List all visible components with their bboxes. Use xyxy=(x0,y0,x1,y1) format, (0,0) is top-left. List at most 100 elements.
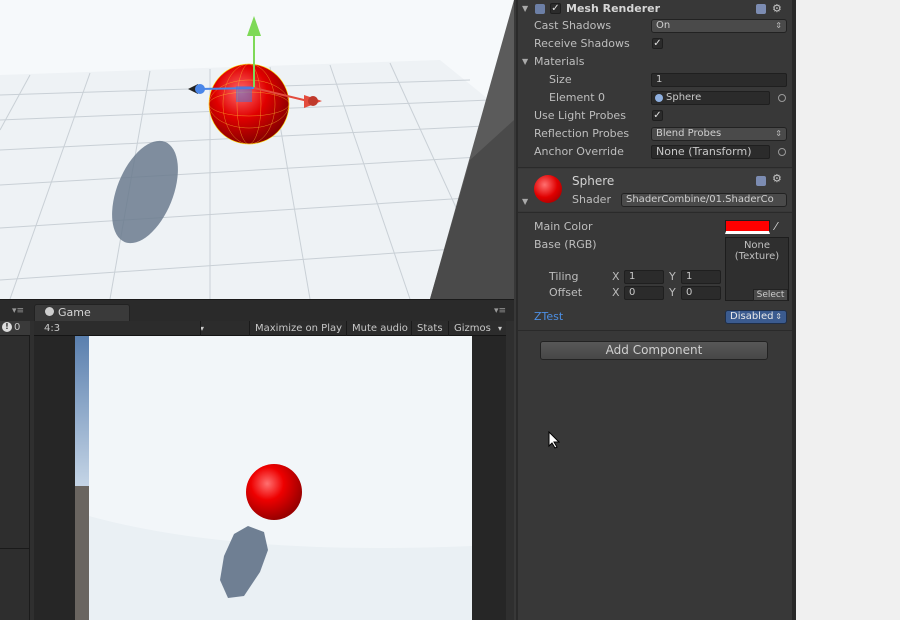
updown-arrow-icon: ⇕ xyxy=(775,312,782,321)
element0-field[interactable]: Sphere xyxy=(651,91,770,105)
game-toolbar: 4:3 ▾ Maximize on Play Mute audio Stats … xyxy=(34,321,506,336)
panel-menu-icon[interactable]: ▾≡ xyxy=(12,306,24,316)
anchor-override-label: Anchor Override xyxy=(534,145,624,158)
mesh-renderer-icon xyxy=(535,4,545,14)
toolbar-sep xyxy=(249,321,250,336)
gizmos-dropdown[interactable]: Gizmos ▾ xyxy=(454,322,502,335)
receive-shadows-label: Receive Shadows xyxy=(534,37,630,50)
materials-row[interactable]: ▼ Materials xyxy=(518,53,792,71)
maximize-on-play-toggle[interactable]: Maximize on Play xyxy=(255,322,342,335)
tab-bar: ▾≡ Game ▾≡ xyxy=(0,299,514,322)
aspect-value: 4:3 xyxy=(44,323,61,334)
divider xyxy=(518,212,792,213)
offset-y-label: Y xyxy=(669,286,676,299)
main-color-label: Main Color xyxy=(534,220,593,233)
game-render xyxy=(34,336,506,620)
console-counter[interactable]: ! 0 xyxy=(0,321,30,336)
tiling-y-field[interactable]: 1 xyxy=(681,270,721,284)
add-component-button[interactable]: Add Component xyxy=(540,341,768,360)
cast-shadows-dropdown[interactable]: On ⇕ xyxy=(651,19,787,33)
gear-icon[interactable]: ⚙ xyxy=(772,0,782,18)
tab-game[interactable]: Game xyxy=(34,304,130,322)
texture-none-label: None xyxy=(743,240,771,251)
material-header[interactable]: Sphere ⚙ ▼ Shader ShaderCombine/01.Shade… xyxy=(518,169,792,211)
light-probes-checkbox[interactable]: ✓ xyxy=(652,110,663,121)
size-label: Size xyxy=(549,73,572,86)
mesh-renderer-header[interactable]: ▼ ✓ Mesh Renderer ⚙ xyxy=(518,0,792,18)
scene-view[interactable] xyxy=(0,0,514,299)
cast-shadows-row: Cast Shadows On ⇕ xyxy=(518,17,792,35)
main-color-swatch[interactable] xyxy=(725,220,770,234)
offset-label: Offset xyxy=(549,286,583,299)
warning-icon: ! xyxy=(2,322,12,332)
ztest-value: Disabled xyxy=(730,311,774,322)
element0-label: Element 0 xyxy=(549,91,606,104)
light-probes-label: Use Light Probes xyxy=(534,109,626,122)
receive-shadows-checkbox[interactable]: ✓ xyxy=(652,38,663,49)
offset-y-field[interactable]: 0 xyxy=(681,286,721,300)
cast-shadows-value: On xyxy=(656,20,671,31)
inspector-panel: ▼ ✓ Mesh Renderer ⚙ Cast Shadows On ⇕ Rec… xyxy=(516,0,792,620)
object-picker-icon[interactable] xyxy=(778,94,786,102)
anchor-override-row: Anchor Override None (Transform) xyxy=(518,143,792,161)
texture-type-label: (Texture) xyxy=(734,251,780,262)
reflection-probes-dropdown[interactable]: Blend Probes ⇕ xyxy=(651,127,787,141)
updown-arrow-icon: ⇕ xyxy=(775,21,782,30)
anchor-override-field[interactable]: None (Transform) xyxy=(651,145,770,159)
toolbar-sep xyxy=(411,321,412,336)
foldout-arrow-icon[interactable]: ▼ xyxy=(522,0,528,18)
game-viewport[interactable] xyxy=(34,336,506,620)
base-rgb-label: Base (RGB) xyxy=(534,238,597,251)
tiling-x-field[interactable]: 1 xyxy=(624,270,664,284)
stats-toggle[interactable]: Stats xyxy=(417,322,443,335)
reflection-probes-label: Reflection Probes xyxy=(534,127,630,140)
main-color-row: Main Color ⁄ xyxy=(518,218,792,236)
toolbar-sep xyxy=(346,321,347,336)
background-area xyxy=(796,0,900,620)
scene-canvas[interactable] xyxy=(0,0,514,299)
foldout-arrow-icon[interactable]: ▼ xyxy=(522,197,528,206)
size-row: Size 1 xyxy=(518,71,792,89)
chevron-down-icon: ▾ xyxy=(498,324,503,333)
light-probes-row: Use Light Probes ✓ xyxy=(518,107,792,125)
size-field[interactable]: 1 xyxy=(651,73,787,87)
receive-shadows-row: Receive Shadows ✓ xyxy=(518,35,792,53)
reflection-probes-value: Blend Probes xyxy=(656,128,722,139)
material-preview-sphere xyxy=(534,175,562,203)
element0-row: Element 0 Sphere xyxy=(518,89,792,107)
updown-arrow-icon: ⇕ xyxy=(775,129,782,138)
shader-value: ShaderCombine/01.ShaderCo xyxy=(626,194,774,205)
game-icon xyxy=(45,307,54,316)
reflection-probes-row: Reflection Probes Blend Probes ⇕ xyxy=(518,125,792,143)
offset-x-label: X xyxy=(612,286,620,299)
shader-label: Shader xyxy=(572,193,611,206)
help-icon[interactable] xyxy=(756,4,766,14)
foldout-arrow-icon[interactable]: ▼ xyxy=(522,53,528,71)
divider xyxy=(518,330,792,331)
gizmos-label: Gizmos xyxy=(454,323,491,334)
mute-audio-toggle[interactable]: Mute audio xyxy=(352,322,408,335)
console-count: 0 xyxy=(14,322,21,333)
shader-dropdown[interactable]: ShaderCombine/01.ShaderCo xyxy=(621,193,787,207)
divider xyxy=(518,167,792,168)
help-icon[interactable] xyxy=(756,176,766,186)
tab-game-label: Game xyxy=(58,306,91,319)
cast-shadows-label: Cast Shadows xyxy=(534,19,612,32)
left-strip: ! 0 xyxy=(0,321,30,620)
game-panel: ▾≡ Game ▾≡ ! 0 4:3 ▾ Maximize on Play Mu… xyxy=(0,299,514,620)
ztest-row: ZTest Disabled ⇕ xyxy=(518,308,792,326)
aspect-dropdown[interactable]: 4:3 ▾ xyxy=(44,322,204,335)
offset-row: Offset X 0 Y 0 xyxy=(518,284,792,302)
toolbar-sep xyxy=(200,321,201,336)
material-icon xyxy=(655,94,663,102)
eyedropper-icon[interactable]: ⁄ xyxy=(775,218,777,236)
gear-icon[interactable]: ⚙ xyxy=(772,172,782,185)
ztest-dropdown[interactable]: Disabled ⇕ xyxy=(725,310,787,324)
materials-label: Materials xyxy=(534,55,585,68)
mesh-renderer-enabled-checkbox[interactable]: ✓ xyxy=(550,3,561,14)
panel-menu-icon-right[interactable]: ▾≡ xyxy=(494,306,506,316)
element0-value: Sphere xyxy=(666,92,702,103)
object-picker-icon[interactable] xyxy=(778,148,786,156)
toolbar-sep xyxy=(448,321,449,336)
offset-x-field[interactable]: 0 xyxy=(624,286,664,300)
